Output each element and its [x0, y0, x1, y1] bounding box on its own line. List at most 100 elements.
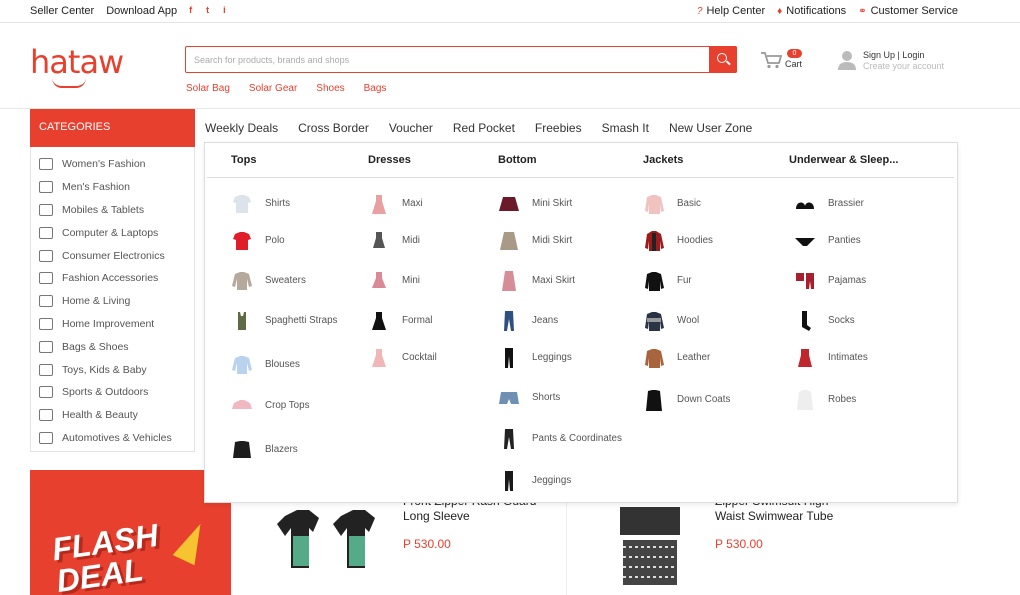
pants-icon [498, 428, 520, 450]
category-item[interactable]: Men's Fashion [39, 176, 194, 199]
menu-item[interactable]: Wool [643, 310, 783, 332]
flash-deal-text: FLASH DEAL [50, 517, 165, 595]
menu-item[interactable]: Socks [794, 310, 934, 332]
category-label: Sports & Outdoors [62, 386, 149, 399]
column-title[interactable]: Underwear & Sleep... [789, 154, 898, 166]
tab-weekly-deals[interactable]: Weekly Deals [205, 121, 278, 135]
beauty-icon [39, 409, 53, 422]
search-input[interactable]: Search for products, brands and shops [194, 55, 349, 65]
category-item[interactable]: Sports & Outdoors [39, 381, 194, 404]
flash-deal-banner[interactable]: FLASH DEAL [30, 470, 231, 595]
menu-item[interactable]: Brassier [794, 193, 934, 215]
menu-item[interactable]: Fur [643, 270, 783, 292]
tab-voucher[interactable]: Voucher [389, 121, 433, 135]
menu-item-label: Sweaters [265, 274, 306, 286]
search-bar[interactable]: Search for products, brands and shops [185, 46, 737, 73]
search-button[interactable] [709, 46, 737, 73]
cart-button[interactable]: 0 Cart [760, 49, 805, 73]
help-center-link[interactable]: ? Help Center [697, 5, 765, 17]
column-title[interactable]: Bottom [498, 154, 537, 166]
menu-item[interactable]: Down Coats [643, 389, 783, 411]
facebook-icon[interactable]: f [189, 5, 192, 17]
category-item[interactable]: Women's Fashion [39, 153, 194, 176]
logo[interactable]: hataw [30, 43, 124, 81]
category-item[interactable]: Home & Living [39, 290, 194, 313]
menu-item-label: Shorts [532, 391, 561, 403]
quick-link[interactable]: Solar Gear [249, 83, 297, 94]
menu-item[interactable]: Spaghetti Straps [231, 310, 371, 332]
menu-item[interactable]: Formal [368, 310, 508, 332]
category-item[interactable]: Automotives & Vehicles [39, 427, 194, 450]
tab-new-user-zone[interactable]: New User Zone [669, 121, 752, 135]
pajamas-icon [794, 270, 816, 292]
menu-item[interactable]: Cocktail [368, 347, 508, 369]
category-item[interactable]: Fashion Accessories [39, 267, 194, 290]
menu-item[interactable]: Sweaters [231, 270, 371, 292]
menu-item[interactable]: Leather [643, 347, 783, 369]
menu-item-label: Maxi [402, 197, 423, 209]
menu-item[interactable]: Midi [368, 230, 508, 252]
menu-item[interactable]: Pajamas [794, 270, 934, 292]
category-item[interactable]: Health & Beauty [39, 404, 194, 427]
menu-item-label: Wool [677, 314, 700, 326]
signin-label[interactable]: Sign Up | Login [863, 50, 924, 60]
cart-count-badge: 0 [787, 49, 802, 58]
toy-icon [39, 363, 53, 376]
category-label: Bags & Shoes [62, 340, 129, 353]
menu-item[interactable]: Maxi Skirt [498, 270, 638, 292]
category-item[interactable]: Computer & Laptops [39, 221, 194, 244]
menu-item[interactable]: Basic [643, 193, 783, 215]
column-title[interactable]: Jackets [643, 154, 683, 166]
category-item[interactable]: Toys, Kids & Baby [39, 358, 194, 381]
column-title[interactable]: Tops [231, 154, 256, 166]
notifications-label: Notifications [786, 5, 847, 17]
menu-item[interactable]: Polo [231, 230, 371, 252]
maxi-dress-icon [368, 193, 390, 215]
quick-link[interactable]: Shoes [316, 83, 344, 94]
category-item[interactable]: Mobiles & Tablets [39, 199, 194, 222]
menu-item[interactable]: Panties [794, 230, 934, 252]
midi-skirt-icon [498, 230, 520, 252]
menu-item[interactable]: Jeans [498, 310, 638, 332]
seller-center-link[interactable]: Seller Center [30, 5, 94, 17]
customer-service-link[interactable]: ⚭ Customer Service [858, 5, 958, 17]
quick-link[interactable]: Bags [364, 83, 387, 94]
tab-cross-border[interactable]: Cross Border [298, 121, 369, 135]
account-link[interactable]: Sign Up | Login Create your account [838, 48, 958, 74]
category-item[interactable]: Consumer Electronics [39, 244, 194, 267]
socks-icon [794, 310, 816, 332]
menu-item[interactable]: Midi Skirt [498, 230, 638, 252]
menu-item[interactable]: Blazers [231, 439, 371, 461]
notifications-link[interactable]: ♦ Notifications [777, 5, 846, 17]
tab-red-pocket[interactable]: Red Pocket [453, 121, 515, 135]
menu-item[interactable]: Maxi [368, 193, 508, 215]
bag-icon [39, 340, 53, 353]
download-app-link[interactable]: Download App [106, 5, 177, 17]
menu-item[interactable]: Blouses [231, 354, 371, 376]
menu-item-label: Panties [828, 234, 861, 246]
menu-item[interactable]: Mini [368, 270, 508, 292]
help-center-label: Help Center [706, 5, 766, 17]
category-label: Men's Fashion [62, 181, 130, 194]
menu-item[interactable]: Shorts [498, 387, 638, 409]
leggings-icon [498, 347, 520, 369]
menu-item[interactable]: Jeggings [498, 470, 638, 492]
menu-item[interactable]: Crop Tops [231, 395, 371, 417]
menu-item[interactable]: Intimates [794, 347, 934, 369]
category-item[interactable]: Home Improvement [39, 313, 194, 336]
menu-item[interactable]: Robes [794, 389, 934, 411]
blazer-icon [231, 439, 253, 461]
column-title[interactable]: Dresses [368, 154, 411, 166]
category-item[interactable]: Bags & Shoes [39, 335, 194, 358]
tab-smash-it[interactable]: Smash It [602, 121, 649, 135]
menu-item[interactable]: Mini Skirt [498, 193, 638, 215]
category-label: Computer & Laptops [62, 226, 159, 239]
twitter-icon[interactable]: t [206, 5, 209, 17]
tab-freebies[interactable]: Freebies [535, 121, 582, 135]
menu-item[interactable]: Pants & Coordinates [498, 428, 638, 450]
menu-item[interactable]: Leggings [498, 347, 638, 369]
menu-item[interactable]: Shirts [231, 193, 371, 215]
quick-link[interactable]: Solar Bag [186, 83, 230, 94]
instagram-icon[interactable]: i [223, 5, 226, 17]
menu-item[interactable]: Hoodies [643, 230, 783, 252]
